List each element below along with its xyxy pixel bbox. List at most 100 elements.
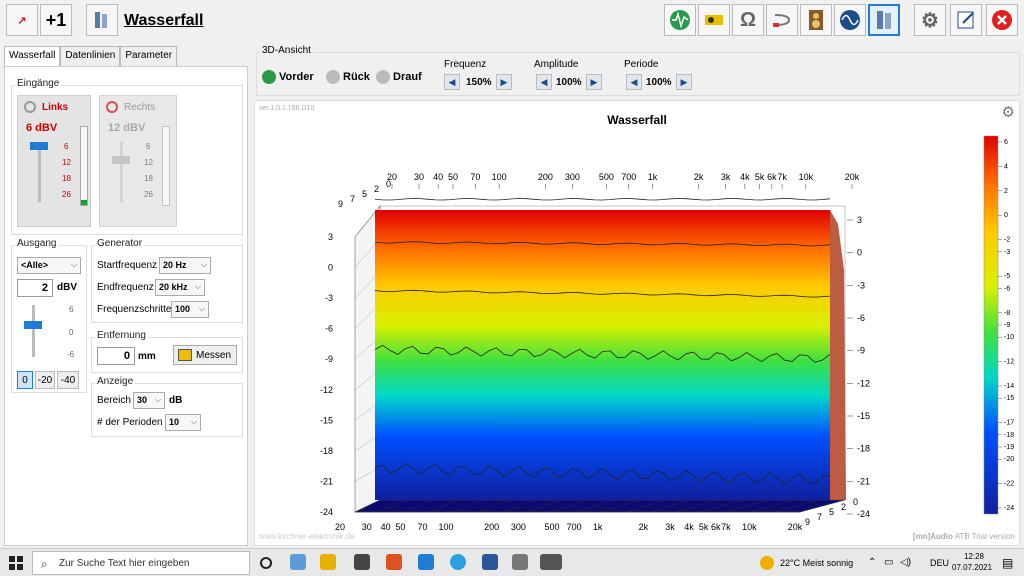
y-tick-label-left: -15 <box>320 415 333 425</box>
clock-time[interactable]: 12:28 <box>958 552 990 561</box>
y-tick-label-right: 0 <box>857 248 862 258</box>
x-tick-label-bottom: 2k <box>639 522 649 532</box>
app-icon[interactable] <box>512 554 528 570</box>
x-tick-label-bottom: 20k <box>788 522 803 532</box>
colorbar-tick-label: 2 <box>1004 188 1008 195</box>
x-tick-label-top: 200 <box>538 172 553 182</box>
x-tick-label-top: 7k <box>777 172 787 182</box>
colorbar-tick-label: -19 <box>1004 444 1014 451</box>
chart-title: Wasserfall <box>607 113 667 127</box>
colorbar-tick-label: -8 <box>1004 310 1010 317</box>
colorbar-tick-label: -3 <box>1004 249 1010 256</box>
period-tick-label-front: 7 <box>817 512 822 522</box>
colorbar-tick-label: -6 <box>1004 285 1010 292</box>
x-tick-label-bottom: 10k <box>742 522 757 532</box>
x-tick-label-top: 10k <box>799 172 814 182</box>
colorbar-tick-label: -17 <box>1004 420 1014 427</box>
y-tick-label-right: -18 <box>857 444 870 454</box>
windows-start-icon[interactable] <box>9 556 23 570</box>
language-indicator[interactable]: DEU <box>930 558 949 568</box>
volume-icon[interactable]: ◁) <box>900 557 911 568</box>
notification-icon[interactable]: ▤ <box>1002 556 1013 570</box>
word-icon[interactable] <box>482 554 498 570</box>
period-tick-label-back: 2 <box>374 184 379 194</box>
colorbar-tick-label: 6 <box>1004 139 1008 146</box>
y-tick-label-right: -6 <box>857 313 865 323</box>
x-tick-label-top: 500 <box>599 172 614 182</box>
y-tick-label-left: -18 <box>320 446 333 456</box>
colorbar-tick-label: -20 <box>1004 456 1014 463</box>
colorbar-tick-label: -14 <box>1004 383 1014 390</box>
x-tick-label-top: 2k <box>694 172 704 182</box>
widgets-icon[interactable] <box>290 554 306 570</box>
x-tick-label-bottom: 700 <box>567 522 582 532</box>
period-tick-label-back: 9 <box>338 199 343 209</box>
x-tick-label-top: 300 <box>565 172 580 182</box>
weather-sun-icon <box>760 556 774 570</box>
x-tick-label-bottom: 300 <box>511 522 526 532</box>
x-tick-label-top: 20k <box>845 172 860 182</box>
y-tick-label-left: 3 <box>328 232 333 242</box>
y-tick-label-left: -6 <box>325 324 333 334</box>
colorbar-tick-label: -15 <box>1004 395 1014 402</box>
period-tick-label-front: 9 <box>805 517 810 527</box>
period-tick-label-front: 2 <box>841 502 846 512</box>
x-tick-label-bottom: 7k <box>721 522 731 532</box>
colorbar-tick-label: -18 <box>1004 432 1014 439</box>
y-tick-label-right: -15 <box>857 411 870 421</box>
x-tick-label-bottom: 100 <box>438 522 453 532</box>
x-tick-label-top: 100 <box>492 172 507 182</box>
mn-audio-taskbar-icon[interactable] <box>540 554 562 570</box>
y-tick-label-right: -24 <box>857 509 870 519</box>
period-tick-label-back: 5 <box>362 189 367 199</box>
y-tick-label-right: -12 <box>857 378 870 388</box>
waterfall-chart: Wasserfall 30-3-6-9-12-15-18-21-2430-3-6… <box>320 113 1014 532</box>
file-explorer-icon[interactable] <box>320 554 336 570</box>
y-tick-label-left: -12 <box>320 385 333 395</box>
mail-icon[interactable] <box>418 554 434 570</box>
x-tick-label-top: 3k <box>721 172 731 182</box>
x-tick-label-bottom: 3k <box>665 522 675 532</box>
taskbar-search-input[interactable]: ⌕ Zur Suche Text hier eingeben <box>32 551 250 575</box>
colorbar <box>983 135 999 515</box>
x-tick-label-bottom: 40 <box>381 522 391 532</box>
x-tick-label-bottom: 50 <box>395 522 405 532</box>
y-tick-label-right: -21 <box>857 476 870 486</box>
x-tick-label-top: 50 <box>448 172 458 182</box>
x-tick-label-top: 70 <box>470 172 480 182</box>
x-tick-label-bottom: 70 <box>418 522 428 532</box>
clock-date[interactable]: 07.07.2021 <box>952 563 992 572</box>
x-tick-label-bottom: 500 <box>545 522 560 532</box>
y-tick-label-right: 3 <box>857 215 862 225</box>
x-tick-label-bottom: 20 <box>335 522 345 532</box>
x-tick-label-bottom: 200 <box>484 522 499 532</box>
weather-text[interactable]: 22°C Meist sonnig <box>780 558 853 568</box>
app-window: ↗ +1 Wasserfall Ω ⚙ Wasserfall Datenlini… <box>0 0 1024 576</box>
browser-icon[interactable] <box>450 554 466 570</box>
y-tick-label-left: 0 <box>328 263 333 273</box>
colorbar-tick-label: -2 <box>1004 237 1010 244</box>
colorbar-tick-label: -24 <box>1004 505 1014 512</box>
x-tick-label-bottom: 4k <box>684 522 694 532</box>
taskbar: ⌕ Zur Suche Text hier eingeben 22°C Meis… <box>0 548 1024 576</box>
network-icon[interactable]: ▭ <box>884 557 893 568</box>
media-player-icon[interactable] <box>386 554 402 570</box>
x-tick-label-top: 4k <box>740 172 750 182</box>
x-tick-label-top: 1k <box>648 172 658 182</box>
period-tick-label-front: 0 <box>853 497 858 507</box>
chevron-up-icon[interactable]: ⌃ <box>868 557 876 568</box>
colorbar-tick-label: 4 <box>1004 163 1008 170</box>
x-tick-label-bottom: 1k <box>593 522 603 532</box>
y-tick-label-right: -3 <box>857 280 865 290</box>
period-tick-label-back: 7 <box>350 194 355 204</box>
x-tick-label-top: 40 <box>433 172 443 182</box>
x-tick-label-bottom: 30 <box>362 522 372 532</box>
colorbar-tick-label: -5 <box>1004 273 1010 280</box>
search-placeholder: Zur Suche Text hier eingeben <box>59 558 190 569</box>
task-view-icon[interactable] <box>260 557 272 569</box>
colorbar-tick-label: -12 <box>1004 359 1014 366</box>
colorbar-tick-label: -10 <box>1004 334 1014 341</box>
period-tick-label-back: 0 <box>386 179 391 189</box>
store-icon[interactable] <box>354 554 370 570</box>
search-icon: ⌕ <box>41 557 48 571</box>
